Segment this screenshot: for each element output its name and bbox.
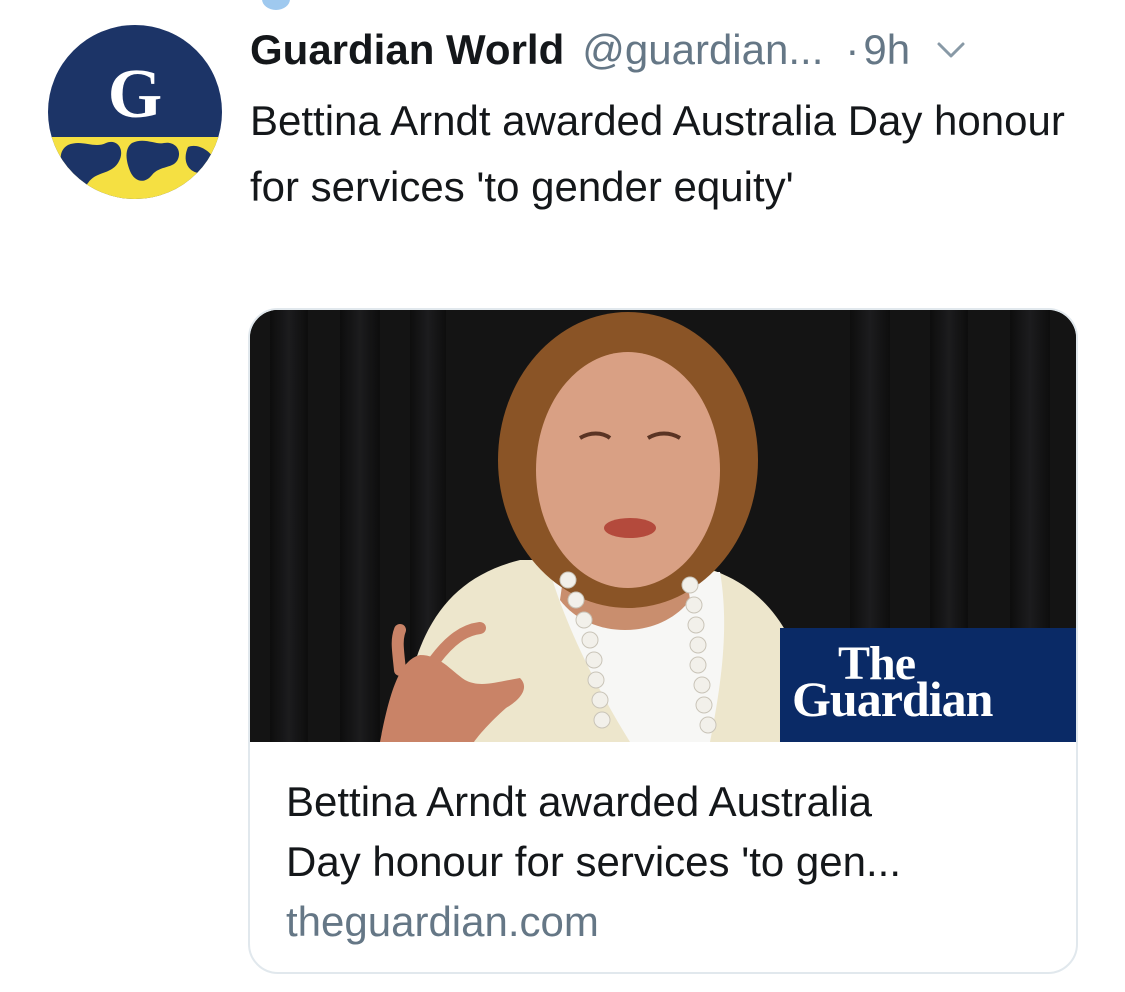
card-image[interactable]: The Guardian: [250, 310, 1076, 742]
card-title-line-1: Bettina Arndt awarded Australia: [286, 778, 873, 825]
timestamp[interactable]: 9h: [863, 26, 910, 74]
link-card[interactable]: The Guardian Bettina Arndt awarded Austr…: [248, 308, 1078, 974]
avatar-letter: G: [108, 56, 162, 133]
author-handle[interactable]: @guardian...: [582, 26, 823, 74]
avatar-image: G: [48, 25, 222, 199]
card-domain[interactable]: theguardian.com: [286, 892, 1056, 952]
tweet-header: Guardian World @guardian... · 9h: [250, 18, 1090, 82]
avatar[interactable]: G: [48, 25, 222, 199]
card-body[interactable]: Bettina Arndt awarded Australia Day hono…: [286, 772, 1056, 952]
card-title-line-2: Day honour for services 'to gen...: [286, 838, 901, 885]
tweet-text: Bettina Arndt awarded Australia Day hono…: [250, 97, 1065, 210]
separator-dot: ·: [845, 26, 860, 73]
guardian-logo: The Guardian: [780, 628, 1076, 742]
logo-guardian-text: Guardian: [792, 671, 993, 727]
verified-badge-fragment: [262, 0, 290, 10]
chevron-down-icon[interactable]: [936, 40, 966, 60]
author-name[interactable]: Guardian World: [250, 26, 564, 74]
